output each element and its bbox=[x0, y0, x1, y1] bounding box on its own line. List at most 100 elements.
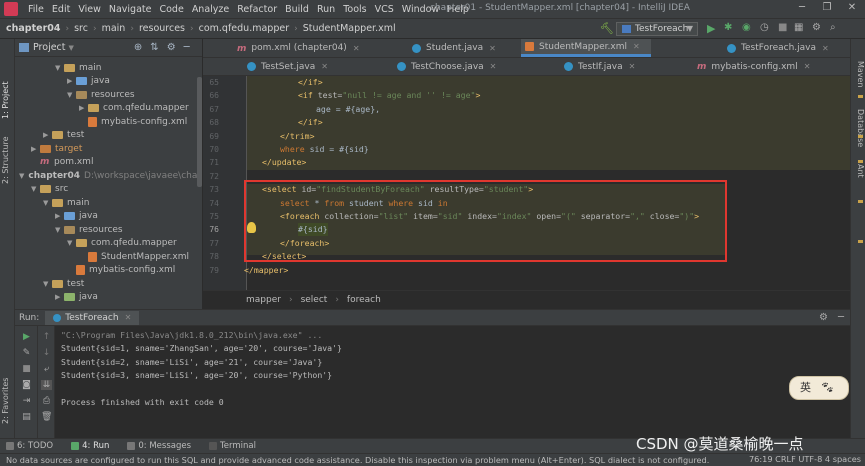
structure-tool-tab[interactable]: 2: Structure bbox=[1, 136, 10, 184]
profile-icon[interactable]: ◷ bbox=[760, 22, 769, 33]
menu-navigate[interactable]: Navigate bbox=[105, 4, 156, 15]
close-icon[interactable]: ✕ bbox=[490, 62, 497, 71]
arrow-down-icon[interactable]: ↓ bbox=[41, 348, 52, 358]
run-tab[interactable]: 4: Run bbox=[71, 441, 109, 451]
close-window-icon[interactable]: ✕ bbox=[845, 2, 859, 16]
scroll-marker[interactable] bbox=[858, 160, 863, 163]
close-icon[interactable]: ✕ bbox=[629, 62, 636, 71]
close-icon[interactable]: ✕ bbox=[489, 44, 496, 53]
project-structure-icon[interactable]: ▦ bbox=[794, 22, 803, 33]
tab-testforeach-java[interactable]: TestForeach.java ✕ bbox=[723, 39, 843, 57]
tree-item[interactable]: ▼ resources bbox=[15, 223, 202, 237]
tree-item[interactable]: ▼ main bbox=[15, 61, 202, 75]
chevron-down-icon[interactable]: ▼ bbox=[55, 64, 64, 72]
tab-testset-java[interactable]: TestSet.java ✕ bbox=[243, 58, 363, 75]
tree-item[interactable]: mybatis-config.xml bbox=[15, 115, 202, 129]
stop-icon[interactable]: ■ bbox=[21, 364, 32, 374]
ant-tool-tab[interactable]: Ant bbox=[856, 164, 865, 178]
messages-tab[interactable]: 0: Messages bbox=[127, 441, 191, 451]
tree-item[interactable]: mybatis-config.xml bbox=[15, 264, 202, 278]
breadcrumb-src[interactable]: src bbox=[74, 23, 88, 34]
arrow-up-icon[interactable]: ↑ bbox=[41, 332, 52, 342]
build-hammer-icon[interactable]: 🔨︎ bbox=[600, 22, 614, 35]
search-icon[interactable]: ⌕ bbox=[830, 22, 836, 33]
chevron-down-icon[interactable]: ▼ bbox=[55, 226, 64, 234]
soft-wrap-icon[interactable]: ⤶ bbox=[41, 364, 52, 374]
close-icon[interactable]: ✕ bbox=[321, 62, 328, 71]
chevron-right-icon[interactable]: ▶ bbox=[43, 131, 52, 139]
scroll-marker[interactable] bbox=[858, 240, 863, 243]
menu-analyze[interactable]: Analyze bbox=[188, 4, 233, 15]
layout-icon[interactable]: ▤ bbox=[21, 412, 32, 422]
chevron-down-icon[interactable]: ▼ bbox=[43, 199, 52, 207]
status-right-info[interactable]: 76:19 CRLF UTF-8 4 spaces bbox=[742, 454, 861, 464]
maven-tool-tab[interactable]: Maven bbox=[856, 61, 865, 88]
scroll-marker[interactable] bbox=[858, 200, 863, 203]
tree-item[interactable]: ▶ target bbox=[15, 142, 202, 156]
scroll-marker[interactable] bbox=[858, 135, 863, 138]
tree-item[interactable]: m pom.xml bbox=[15, 156, 202, 170]
project-tool-tab[interactable]: 1: Project bbox=[1, 81, 10, 119]
trash-icon[interactable]: 🗑︎ bbox=[41, 412, 52, 422]
lightbulb-icon[interactable] bbox=[247, 222, 256, 233]
editor-crumb-select[interactable]: select bbox=[301, 295, 328, 305]
menu-build[interactable]: Build bbox=[281, 4, 313, 15]
chevron-right-icon[interactable]: ▶ bbox=[55, 293, 64, 301]
project-panel-title[interactable]: Project bbox=[33, 42, 66, 53]
menu-view[interactable]: View bbox=[74, 4, 105, 15]
tree-item[interactable]: ▼ resources bbox=[15, 88, 202, 102]
editor-crumb-mapper[interactable]: mapper bbox=[246, 295, 281, 305]
settings-icon[interactable]: ⚙ bbox=[812, 22, 821, 33]
wrench-icon[interactable]: ✎ bbox=[21, 348, 32, 358]
chevron-down-icon[interactable]: ▼ bbox=[43, 280, 52, 288]
tab-testchoose-java[interactable]: TestChoose.java ✕ bbox=[393, 58, 513, 75]
tree-item[interactable]: ▼ chapter04 D:\workspace\javaee\chapter bbox=[15, 169, 202, 183]
tree-item[interactable]: StudentMapper.xml bbox=[15, 250, 202, 264]
chevron-down-icon[interactable]: ▼ bbox=[67, 91, 76, 99]
minimize-icon[interactable]: ─ bbox=[795, 2, 809, 16]
tab-mybatis-config-xml[interactable]: m mybatis-config.xml ✕ bbox=[693, 58, 843, 75]
chevron-right-icon[interactable]: ▶ bbox=[79, 104, 88, 112]
breadcrumb-main[interactable]: main bbox=[102, 23, 126, 34]
chevron-down-icon[interactable]: ▼ bbox=[69, 44, 74, 52]
chevron-down-icon[interactable]: ▼ bbox=[19, 172, 24, 180]
tree-item[interactable]: ▼ test bbox=[15, 277, 202, 291]
tree-item[interactable]: ▼ src bbox=[15, 183, 202, 197]
close-icon[interactable]: ✕ bbox=[822, 44, 829, 53]
menu-tools[interactable]: Tools bbox=[339, 4, 370, 15]
tree-item[interactable]: ▼ com.qfedu.mapper bbox=[15, 237, 202, 251]
close-icon[interactable]: ✕ bbox=[804, 62, 811, 71]
breadcrumb-file[interactable]: StudentMapper.xml bbox=[303, 23, 396, 34]
terminal-tab[interactable]: Terminal bbox=[209, 441, 256, 451]
menu-edit[interactable]: Edit bbox=[48, 4, 74, 15]
tree-item[interactable]: ▼ main bbox=[15, 196, 202, 210]
hide-panel-icon[interactable]: ─ bbox=[184, 42, 190, 53]
tree-item[interactable]: ▶ com.qfedu.mapper bbox=[15, 102, 202, 116]
todo-tab[interactable]: 6: TODO bbox=[6, 441, 53, 451]
tab-studentmapper-xml[interactable]: StudentMapper.xml ✕ bbox=[521, 39, 651, 57]
chevron-right-icon[interactable]: ▶ bbox=[31, 145, 40, 153]
tree-item[interactable]: ▶ test bbox=[15, 129, 202, 143]
maximize-icon[interactable]: ❐ bbox=[820, 2, 834, 16]
login-icon[interactable]: ⇥ bbox=[21, 396, 32, 406]
breadcrumb-resources[interactable]: resources bbox=[139, 23, 185, 34]
status-message[interactable]: No data sources are configured to run th… bbox=[6, 455, 709, 465]
collapse-all-icon[interactable]: ⇅ bbox=[150, 42, 158, 53]
coverage-icon[interactable]: ◉ bbox=[742, 22, 751, 33]
chevron-right-icon[interactable]: ▶ bbox=[55, 212, 64, 220]
menu-code[interactable]: Code bbox=[155, 4, 187, 15]
camera-icon[interactable]: ◙ bbox=[21, 380, 32, 390]
close-icon[interactable]: ✕ bbox=[353, 44, 360, 53]
hide-panel-icon[interactable]: ─ bbox=[838, 312, 844, 323]
gear-icon[interactable]: ⚙ bbox=[167, 42, 176, 53]
tree-item[interactable]: ▶ java bbox=[15, 291, 202, 305]
scroll-marker[interactable] bbox=[858, 95, 863, 98]
chevron-down-icon[interactable]: ▼ bbox=[67, 239, 76, 247]
tree-item[interactable]: ▶ java bbox=[15, 210, 202, 224]
close-icon[interactable]: ✕ bbox=[125, 313, 132, 322]
run-tab-testforeach[interactable]: TestForeach ✕ bbox=[45, 310, 140, 325]
database-tool-tab[interactable]: Database bbox=[856, 109, 865, 147]
menu-file[interactable]: File bbox=[24, 4, 48, 15]
run-configuration-select[interactable]: TestForeach ▼ bbox=[616, 22, 698, 36]
locate-file-icon[interactable]: ⊕ bbox=[134, 42, 142, 53]
